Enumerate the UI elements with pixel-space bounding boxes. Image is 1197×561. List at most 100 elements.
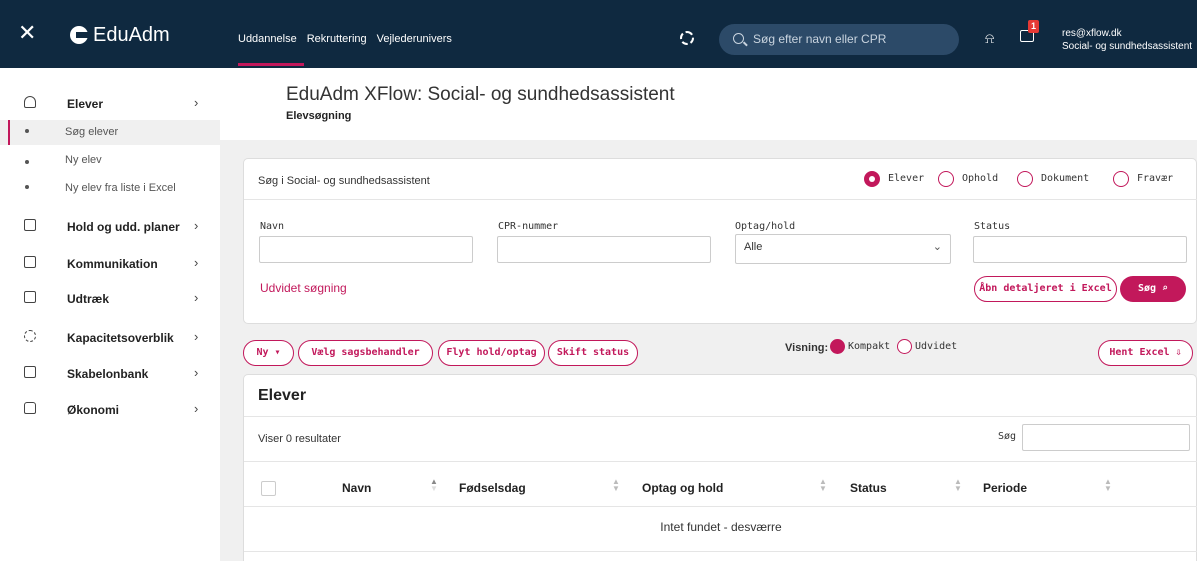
radio-label: Fravær — [1137, 173, 1174, 184]
bullet-icon — [25, 185, 29, 189]
global-search-input[interactable]: Søg efter navn eller CPR — [719, 24, 959, 55]
sort-icon: ▲ ▼ — [954, 477, 962, 493]
sort-icon: ▲ ▼ — [819, 477, 827, 493]
chevron-right-icon: › — [194, 401, 199, 416]
new-dropdown-button[interactable]: Ny ▾ — [243, 340, 294, 366]
user-info[interactable]: res@xflow.dk Social- og sundhedsassisten… — [1062, 27, 1192, 53]
person-icon — [24, 96, 36, 108]
sidebar-subitem-label: Ny elev fra liste i Excel — [65, 182, 176, 194]
sidebar-item-kapacitet[interactable]: Kapacitetsoverblik › — [0, 322, 220, 352]
download-icon: ⇩ — [1175, 347, 1182, 358]
nav-uddannelse[interactable]: Uddannelse — [238, 33, 297, 45]
cpr-input[interactable] — [497, 236, 711, 263]
capacity-icon[interactable] — [680, 31, 694, 45]
chevron-right-icon: › — [194, 365, 199, 380]
page-header: EduAdm XFlow: Social- og sundhedsassiste… — [220, 68, 1197, 140]
cpr-label: CPR-nummer — [498, 221, 559, 232]
column-header-status[interactable]: Status — [850, 481, 887, 495]
sidebar-subitem-label: Ny elev — [65, 154, 102, 166]
download-excel-button[interactable]: Hent Excel ⇩ — [1098, 340, 1193, 366]
view-label-text: Visning: — [785, 342, 829, 354]
column-header-periode[interactable]: Periode — [983, 481, 1027, 495]
nav-rekruttering[interactable]: Rekruttering — [307, 33, 367, 45]
move-class-button[interactable]: Flyt hold/optag — [438, 340, 545, 366]
radio-label: Dokument — [1041, 173, 1090, 184]
optag-label: Optag/hold — [735, 221, 796, 232]
sidebar-subitem-soeg-elever[interactable]: Søg elever — [0, 120, 220, 145]
calendar-icon — [24, 219, 36, 231]
status-input[interactable] — [973, 236, 1187, 263]
chevron-right-icon: › — [194, 290, 199, 305]
radio-unselected-icon — [1113, 171, 1129, 187]
search-button[interactable]: Søg ⌕ — [1120, 276, 1186, 302]
radio-selected-icon — [864, 171, 880, 187]
results-card: Elever Viser 0 resultater Søg Navn ▲ ▼ Fø… — [243, 374, 1197, 561]
search-button-label: Søg — [1137, 283, 1156, 294]
search-placeholder: Søg efter navn eller CPR — [753, 32, 887, 46]
chevron-down-icon: ⌄ — [932, 241, 942, 253]
sidebar-item-oekonomi[interactable]: Økonomi › — [0, 394, 220, 424]
open-excel-button[interactable]: Åbn detaljeret i Excel — [974, 276, 1117, 302]
search-icon — [733, 33, 744, 44]
download-excel-label: Hent Excel — [1109, 347, 1170, 358]
sidebar-item-label: Kommunikation — [67, 257, 158, 271]
sidebar-item-udtraek[interactable]: Udtræk › — [0, 283, 220, 313]
view-label: Visning: — [785, 342, 828, 354]
capacity-icon — [24, 330, 36, 342]
wallet-icon — [24, 402, 36, 414]
radio-label: Ophold — [962, 173, 999, 184]
sidebar-item-label: Skabelonbank — [67, 367, 149, 381]
document-icon — [24, 291, 36, 303]
empty-state-text: Intet fundet - desværre — [660, 520, 782, 534]
sidebar-item-label: Hold og udd. planer — [67, 220, 180, 234]
top-bar: ✕ EduAdm Uddannelse Rekruttering Vejlede… — [0, 0, 1197, 68]
nav-vejlederunivers[interactable]: Vejlederunivers — [377, 33, 452, 45]
close-icon[interactable]: ✕ — [18, 22, 36, 44]
search-icon: ⌕ — [1162, 283, 1169, 294]
sidebar-subitem-ny-elev-excel[interactable]: Ny elev fra liste i Excel — [0, 176, 220, 201]
optag-select[interactable]: Alle ⌄ — [735, 234, 951, 264]
sidebar-item-kommunikation[interactable]: Kommunikation › — [0, 248, 220, 278]
sort-icon: ▲ ▼ — [612, 477, 620, 493]
template-icon — [24, 366, 36, 378]
radio-label: Kompakt — [848, 341, 891, 352]
column-header-navn[interactable]: Navn — [342, 481, 371, 495]
user-role: Social- og sundhedsassistent — [1062, 41, 1193, 52]
radio-unselected-icon — [897, 339, 912, 354]
bullet-icon — [25, 129, 29, 133]
search-card: Søg i Social- og sundhedsassistent Eleve… — [243, 158, 1197, 324]
optag-value: Alle — [744, 241, 763, 253]
radio-unselected-icon — [938, 171, 954, 187]
eduadm-logo-icon — [70, 26, 88, 44]
sidebar-item-label: Udtræk — [67, 292, 110, 306]
sort-icon: ▲ ▼ — [1104, 477, 1112, 493]
sidebar-item-skabelonbank[interactable]: Skabelonbank › — [0, 358, 220, 388]
column-header-foedselsdag[interactable]: Fødselsdag — [459, 481, 526, 495]
table-search-label: Søg — [998, 431, 1017, 442]
sidebar-subitem-ny-elev[interactable]: Ny elev — [0, 151, 220, 176]
sidebar-item-hold[interactable]: Hold og udd. planer › — [0, 211, 220, 241]
name-input[interactable] — [259, 236, 473, 263]
sort-icon: ▲ ▼ — [430, 477, 438, 493]
advanced-search-link[interactable]: Udvidet søgning — [260, 281, 347, 295]
radio-unselected-icon — [1017, 171, 1033, 187]
sidebar-item-label: Elever — [67, 97, 104, 111]
sidebar-subitem-label: Søg elever — [65, 126, 119, 138]
change-status-button[interactable]: Skift status — [548, 340, 638, 366]
name-label: Navn — [260, 221, 285, 232]
select-all-checkbox[interactable] — [261, 481, 276, 496]
column-header-optag[interactable]: Optag og hold — [642, 481, 723, 495]
radio-label: Udvidet — [915, 341, 958, 352]
bell-icon[interactable]: ⍾ — [985, 30, 994, 47]
divider — [244, 416, 1197, 417]
table-search-input[interactable] — [1022, 424, 1190, 451]
results-count: Viser 0 resultater — [258, 433, 341, 445]
divider — [244, 506, 1197, 507]
divider — [244, 199, 1197, 200]
bullet-icon — [25, 160, 29, 164]
nav-active-indicator — [238, 63, 304, 66]
user-email: res@xflow.dk — [1062, 28, 1122, 39]
sidebar-item-elever[interactable]: Elever › — [0, 88, 220, 118]
assign-caseworker-button[interactable]: Vælg sagsbehandler — [298, 340, 433, 366]
chevron-right-icon: › — [194, 255, 199, 270]
